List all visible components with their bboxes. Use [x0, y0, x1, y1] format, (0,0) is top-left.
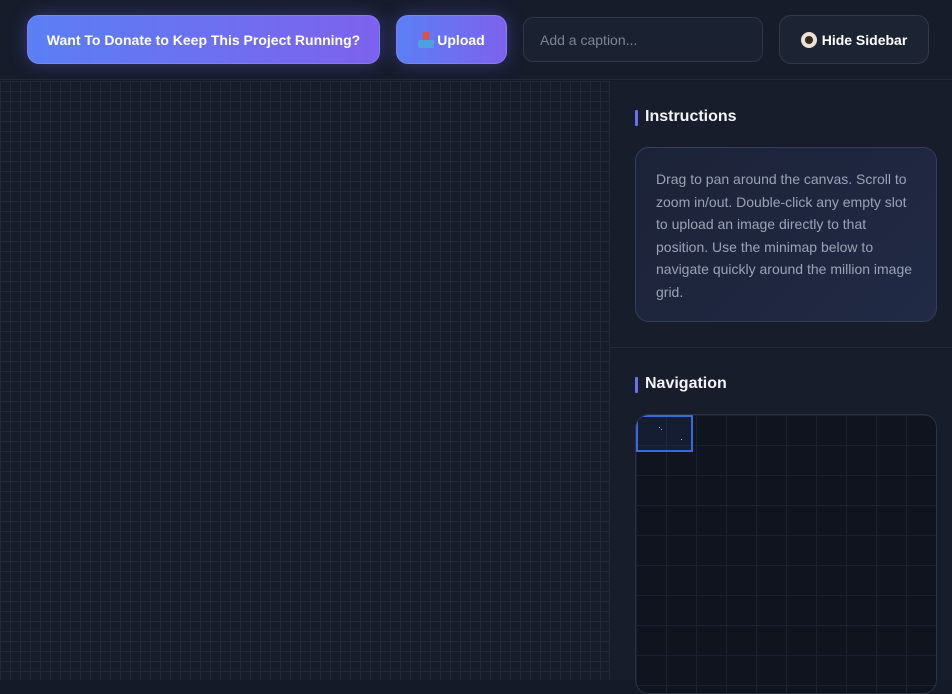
caption-input[interactable]	[523, 17, 763, 62]
upload-button[interactable]: Upload	[396, 15, 507, 64]
minimap-viewport-indicator[interactable]	[636, 415, 693, 452]
navigation-heading: Navigation	[635, 375, 727, 393]
inbox-tray-icon	[418, 31, 435, 48]
donate-button[interactable]: Want To Donate to Keep This Project Runn…	[27, 15, 380, 64]
upload-button-label: Upload	[437, 31, 485, 48]
top-toolbar: Want To Donate to Keep This Project Runn…	[0, 0, 952, 80]
instructions-heading: Instructions	[635, 108, 737, 126]
donate-button-label: Want To Donate to Keep This Project Runn…	[46, 31, 361, 48]
image-grid-canvas[interactable]	[0, 81, 609, 680]
sidebar-divider	[610, 347, 952, 348]
minimap-image-dot	[681, 439, 682, 440]
minimap-image-dot	[661, 429, 662, 430]
hide-sidebar-label: Hide Sidebar	[821, 31, 908, 48]
minimap[interactable]	[635, 414, 937, 694]
minimap-image-dot	[659, 427, 660, 428]
instructions-panel: Drag to pan around the canvas. Scroll to…	[635, 147, 937, 322]
sidebar: Instructions Drag to pan around the canv…	[609, 81, 952, 694]
instructions-text: Drag to pan around the canvas. Scroll to…	[656, 171, 913, 300]
hide-sidebar-button[interactable]: Hide Sidebar	[779, 15, 929, 64]
eye-icon	[800, 31, 817, 48]
